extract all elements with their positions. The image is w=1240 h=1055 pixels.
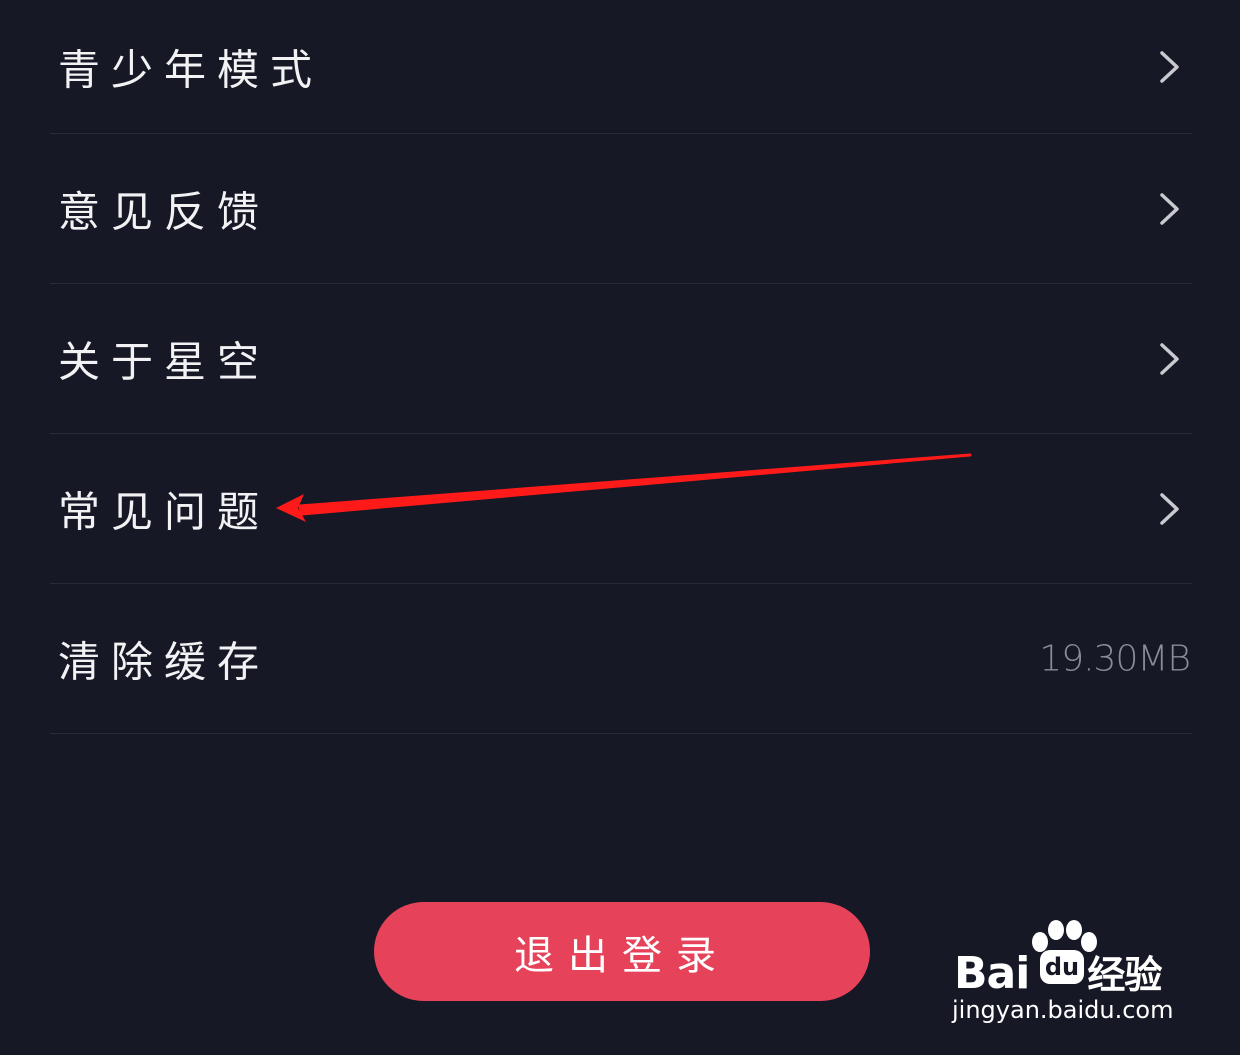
chevron-right-icon — [1160, 342, 1179, 375]
settings-list: 青少年模式 意见反馈 关于星空 常见问题 清除缓存 19.30MB — [50, 0, 1192, 734]
cache-size-value: 19.30MB — [1039, 638, 1191, 679]
chevron-right-icon — [1160, 192, 1179, 225]
chevron-right-icon — [1160, 492, 1179, 525]
baidu-jingyan-watermark: Bai 经验 du jingyan.baidu.com — [948, 920, 1188, 1030]
chevron-right-icon — [1160, 50, 1179, 83]
settings-item-youth-mode[interactable]: 青少年模式 — [50, 0, 1192, 134]
settings-item-clear-cache[interactable]: 清除缓存 19.30MB — [50, 584, 1192, 734]
settings-item-about[interactable]: 关于星空 — [50, 284, 1192, 434]
settings-item-feedback[interactable]: 意见反馈 — [50, 134, 1192, 284]
settings-item-faq[interactable]: 常见问题 — [50, 434, 1192, 584]
settings-item-label: 清除缓存 — [58, 637, 271, 686]
logout-button[interactable]: 退出登录 — [374, 902, 870, 1001]
settings-item-label: 常见问题 — [58, 487, 271, 536]
settings-item-label: 关于星空 — [58, 337, 271, 386]
settings-item-label: 意见反馈 — [58, 187, 271, 236]
watermark-du-box: du — [1040, 950, 1084, 984]
watermark-url: jingyan.baidu.com — [952, 996, 1174, 1024]
settings-item-label: 青少年模式 — [58, 45, 324, 94]
